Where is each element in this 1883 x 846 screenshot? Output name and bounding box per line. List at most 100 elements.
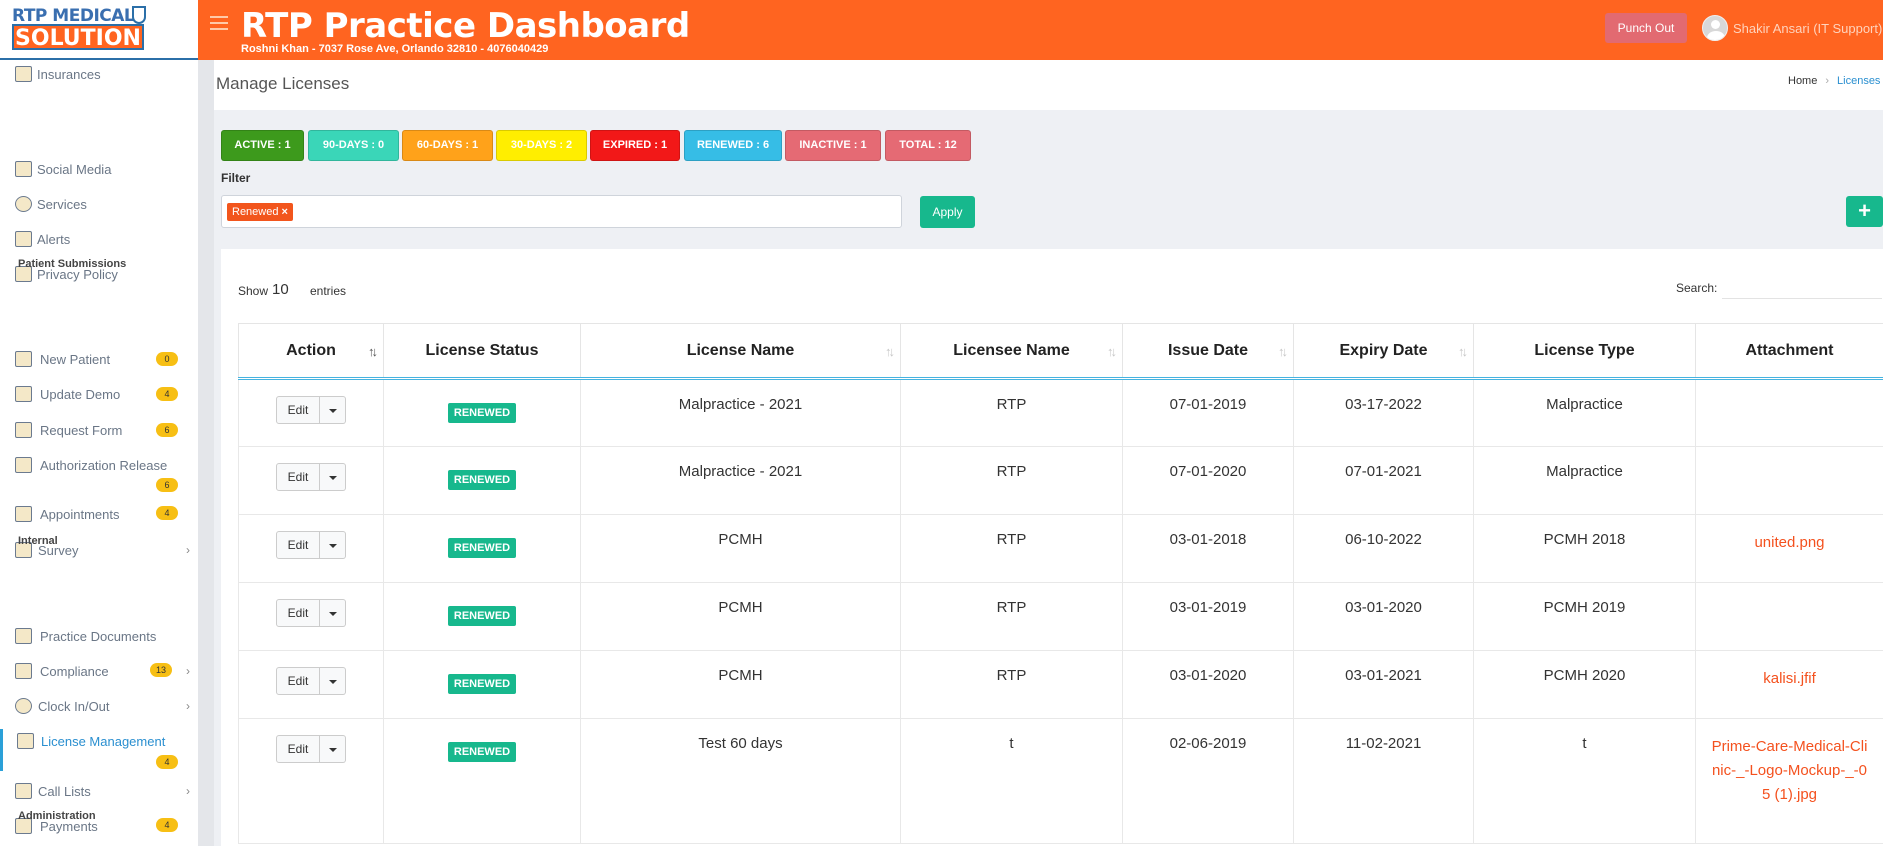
sidebar-item-practice-documents[interactable]: Practice Documents [0, 624, 198, 648]
section-internal: Internal [18, 535, 58, 547]
attachment-cell: united.png [1695, 514, 1883, 583]
show-label: Show [238, 284, 269, 298]
action-cell: Edit [238, 514, 384, 583]
column-header-label: Action [286, 341, 336, 359]
logo[interactable]: RTP MEDICAL SOLUTION [0, 0, 198, 60]
action-button-group: Edit [276, 396, 346, 424]
sidebar-item-compliance[interactable]: Compliance 13 › [0, 659, 198, 683]
sidebar-item-services[interactable]: Services [0, 192, 198, 216]
top-bar: RTP MEDICAL SOLUTION RTP Practice Dashbo… [0, 0, 1883, 60]
services-icon [15, 196, 32, 212]
filter-pill-active[interactable]: ACTIVE : 1 [221, 130, 304, 161]
dropdown-caret-icon[interactable] [320, 667, 346, 695]
column-header-attachment[interactable]: Attachment [1695, 323, 1883, 379]
edit-button[interactable]: Edit [276, 463, 320, 491]
sidebar-item-label: New Patient [40, 352, 111, 367]
sidebar-item-call-lists[interactable]: Call Lists › [0, 779, 198, 803]
action-cell: Edit [238, 718, 384, 844]
action-button-group: Edit [276, 667, 346, 695]
badge-compliance: 13 [150, 663, 172, 677]
attachment-link[interactable]: Prime-Care-Medical-Clinic-_-Logo-Mockup-… [1708, 735, 1871, 807]
attachment-link[interactable]: united.png [1754, 531, 1824, 555]
chevron-right-icon: › [186, 784, 190, 798]
avatar[interactable] [1702, 15, 1728, 41]
filter-pill-60-days[interactable]: 60-DAYS : 1 [402, 130, 493, 161]
sidebar-item-update-demo[interactable]: Update Demo 4 [0, 382, 198, 406]
remove-tag-icon[interactable]: × [281, 206, 287, 218]
column-header-license-name[interactable]: License Name ↑↓ [580, 323, 901, 379]
apply-button[interactable]: Apply [920, 196, 975, 228]
license-name-cell: PCMH [580, 514, 901, 583]
edit-button[interactable]: Edit [276, 599, 320, 627]
edit-button[interactable]: Edit [276, 396, 320, 424]
sidebar-item-authorization-release[interactable]: Authorization Release 6 [0, 453, 198, 495]
sidebar-item-appointments[interactable]: Appointments 4 [0, 502, 198, 526]
filter-tag-label: Renewed [232, 206, 279, 218]
breadcrumb-current: Licenses [1837, 75, 1881, 87]
filter-pill-30-days[interactable]: 30-DAYS : 2 [496, 130, 587, 161]
sidebar-item-insurances[interactable]: Insurances [0, 62, 198, 86]
sidebar-item-new-patient[interactable]: New Patient 0 [0, 347, 198, 371]
edit-button[interactable]: Edit [276, 667, 320, 695]
sidebar-item-label: Compliance [40, 664, 109, 679]
dropdown-caret-icon[interactable] [320, 396, 346, 424]
search-input[interactable] [1722, 275, 1882, 299]
sidebar-item-request-form[interactable]: Request Form 6 [0, 418, 198, 442]
expiry-date-cell: 03-01-2021 [1293, 650, 1474, 719]
badge-request-form: 6 [156, 423, 178, 437]
filter-input[interactable]: Renewed × [221, 195, 902, 228]
edit-button[interactable]: Edit [276, 735, 320, 763]
filter-pill-total[interactable]: TOTAL : 12 [885, 130, 971, 161]
column-header-issue-date[interactable]: Issue Date ↑↓ [1122, 323, 1294, 379]
licensee-name-cell: RTP [900, 514, 1123, 583]
issue-date-cell: 03-01-2018 [1122, 514, 1294, 583]
filter-pill-renewed[interactable]: RENEWED : 6 [684, 130, 782, 161]
call-list-icon [15, 783, 32, 799]
licensee-name-cell: RTP [900, 446, 1123, 515]
status-cell: RENEWED [383, 718, 581, 844]
dropdown-caret-icon[interactable] [320, 599, 346, 627]
sidebar-item-label: Update Demo [40, 387, 121, 402]
authorization-icon [15, 457, 32, 473]
action-button-group: Edit [276, 463, 346, 491]
action-cell: Edit [238, 378, 384, 447]
sidebar-item-label: Social Media [37, 162, 112, 177]
attachment-cell [1695, 446, 1883, 515]
column-header-license-status[interactable]: License Status [383, 323, 581, 379]
dropdown-caret-icon[interactable] [320, 531, 346, 559]
filter-pill-expired[interactable]: EXPIRED : 1 [590, 130, 680, 161]
column-header-licensee-name[interactable]: Licensee Name ↑↓ [900, 323, 1123, 379]
edit-button[interactable]: Edit [276, 531, 320, 559]
license-type-cell: t [1473, 718, 1696, 844]
action-button-group: Edit [276, 531, 346, 559]
punch-out-button[interactable]: Punch Out [1605, 13, 1687, 43]
sidebar-item-label: Appointments [40, 507, 120, 522]
sidebar-item-social-media[interactable]: Social Media [0, 157, 198, 181]
status-cell: RENEWED [383, 378, 581, 447]
column-header-expiry-date[interactable]: Expiry Date ↑↓ [1293, 323, 1474, 379]
menu-toggle-icon[interactable] [210, 16, 228, 30]
attachment-link[interactable]: kalisi.jfif [1763, 667, 1816, 691]
add-license-button[interactable]: + [1846, 196, 1883, 227]
dropdown-caret-icon[interactable] [320, 463, 346, 491]
dropdown-caret-icon[interactable] [320, 735, 346, 763]
sidebar-item-clock-in-out[interactable]: Clock In/Out › [0, 694, 198, 718]
filter-pill-90-days[interactable]: 90-DAYS : 0 [308, 130, 399, 161]
filter-pill-inactive[interactable]: INACTIVE : 1 [785, 130, 881, 161]
app-title: RTP Practice Dashboard [241, 6, 690, 46]
issue-date-cell: 07-01-2020 [1122, 446, 1294, 515]
breadcrumb-home[interactable]: Home [1788, 75, 1817, 87]
attachment-cell: kalisi.jfif [1695, 650, 1883, 719]
column-header-action[interactable]: Action ↑↓ [238, 323, 384, 379]
search-label: Search: [1676, 281, 1718, 295]
alerts-icon [15, 231, 32, 247]
documents-icon [15, 628, 32, 644]
sidebar-item-alerts[interactable]: Alerts [0, 227, 198, 251]
badge-license-management: 4 [156, 755, 178, 769]
sidebar-item-license-management[interactable]: License Management 4 [0, 729, 198, 771]
sidebar-divider [198, 60, 214, 846]
page-size-select[interactable]: 10 [272, 281, 289, 298]
action-cell: Edit [238, 582, 384, 651]
column-header-license-type[interactable]: License Type [1473, 323, 1696, 379]
user-name[interactable]: Shakir Ansari (IT Support) [1733, 21, 1882, 36]
